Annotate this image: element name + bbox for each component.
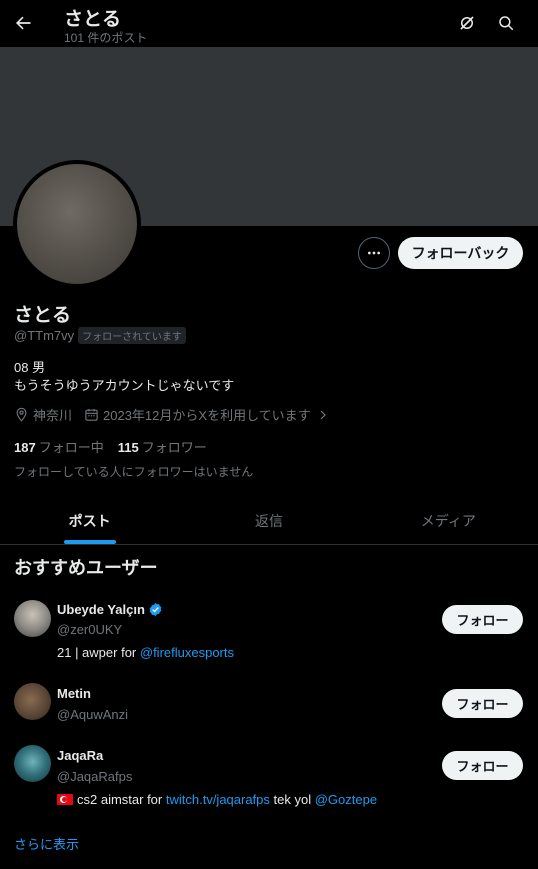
recommended-users-title: おすすめユーザー xyxy=(14,558,158,578)
user-name[interactable]: JaqaRa xyxy=(57,748,103,763)
show-more-link[interactable]: さらに表示 xyxy=(14,834,79,853)
post-count: 101 件のポスト xyxy=(64,31,148,45)
bio-text: cs2 aimstar for xyxy=(77,792,166,807)
bio-mention-link[interactable]: @Goztepe xyxy=(315,792,377,807)
common-followers-note: フォローしている人にフォロワーはいません xyxy=(14,465,254,479)
back-button[interactable] xyxy=(6,6,40,40)
bio-mention-link[interactable]: @firefluxesports xyxy=(140,645,234,660)
handle-row: @TTm7vy フォローされています xyxy=(14,327,186,344)
more-icon xyxy=(368,251,380,255)
user-name[interactable]: Metin xyxy=(57,686,91,701)
user-avatar[interactable] xyxy=(14,683,51,720)
bio-text: 21 | awper for xyxy=(57,645,140,660)
arrow-left-icon xyxy=(16,16,31,30)
tab-label: 返信 xyxy=(254,512,283,529)
verified-badge-icon xyxy=(149,602,162,617)
tab-label: ポスト xyxy=(68,512,111,529)
profile-meta: 神奈川 2023年12月からXを利用しています xyxy=(14,405,329,424)
chevron-right-icon[interactable] xyxy=(317,409,329,421)
profile-name: さとる xyxy=(14,305,72,326)
search-button[interactable] xyxy=(489,6,523,40)
more-options-button[interactable] xyxy=(358,237,390,269)
tab-media[interactable]: メディア xyxy=(359,497,538,544)
user-avatar[interactable] xyxy=(14,600,51,637)
active-tab-indicator xyxy=(63,540,116,544)
bio-line-2: もうそうゆうアカウントじゃないです xyxy=(14,378,235,393)
following-link[interactable]: 187 フォロー中 xyxy=(14,437,104,456)
followers-label: フォロワー xyxy=(141,440,207,455)
profile-header: さとる 101 件のポスト xyxy=(0,0,538,47)
user-handle: @zer0UKY xyxy=(57,622,123,637)
profile-tabs: ポスト 返信 メディア xyxy=(0,497,538,545)
follow-back-button[interactable]: フォローバック xyxy=(398,237,523,269)
user-handle: @JaqaRafps xyxy=(57,769,133,784)
grok-icon xyxy=(460,16,474,30)
following-count: 187 xyxy=(14,440,36,455)
bio-text: tek yol xyxy=(269,792,315,807)
profile-handle: @TTm7vy xyxy=(14,328,75,343)
follows-you-badge: フォローされています xyxy=(78,327,186,344)
bio-url-link[interactable]: twitch.tv/jaqarafps xyxy=(166,792,270,807)
follow-button[interactable]: フォロー xyxy=(442,751,523,780)
user-handle: @AquwAnzi xyxy=(57,707,129,722)
location-text: 神奈川 xyxy=(33,408,73,423)
followers-link[interactable]: 115 フォロワー xyxy=(118,437,207,456)
search-icon xyxy=(499,16,514,31)
user-bio: cs2 aimstar for twitch.tv/jaqarafps tek … xyxy=(57,792,377,807)
joined-date: 2023年12月からXを利用しています xyxy=(103,408,311,423)
user-avatar[interactable] xyxy=(14,745,51,782)
header-title: さとる xyxy=(64,9,122,30)
user-name-text: Metin xyxy=(57,686,91,701)
user-name-text: JaqaRa xyxy=(57,748,104,763)
following-label: フォロー中 xyxy=(38,440,104,455)
location-icon xyxy=(16,407,27,422)
user-name-text: Ubeyde Yalçın xyxy=(57,602,145,617)
user-name[interactable]: Ubeyde Yalçın xyxy=(57,602,163,617)
follow-button[interactable]: フォロー xyxy=(442,605,523,634)
followers-count: 115 xyxy=(117,440,139,455)
tab-posts[interactable]: ポスト xyxy=(0,497,179,544)
tab-label: メディア xyxy=(420,512,476,529)
bio-line-1: 08 男 xyxy=(14,360,46,375)
grok-button[interactable] xyxy=(450,6,484,40)
user-bio: 21 | awper for @firefluxesports xyxy=(57,645,234,660)
follow-counts: 187 フォロー中 115 フォロワー xyxy=(14,437,207,456)
calendar-icon xyxy=(85,408,98,421)
follow-button[interactable]: フォロー xyxy=(442,689,523,718)
tab-replies[interactable]: 返信 xyxy=(179,497,358,544)
turkey-flag-icon xyxy=(57,794,73,805)
profile-avatar[interactable] xyxy=(13,160,141,288)
